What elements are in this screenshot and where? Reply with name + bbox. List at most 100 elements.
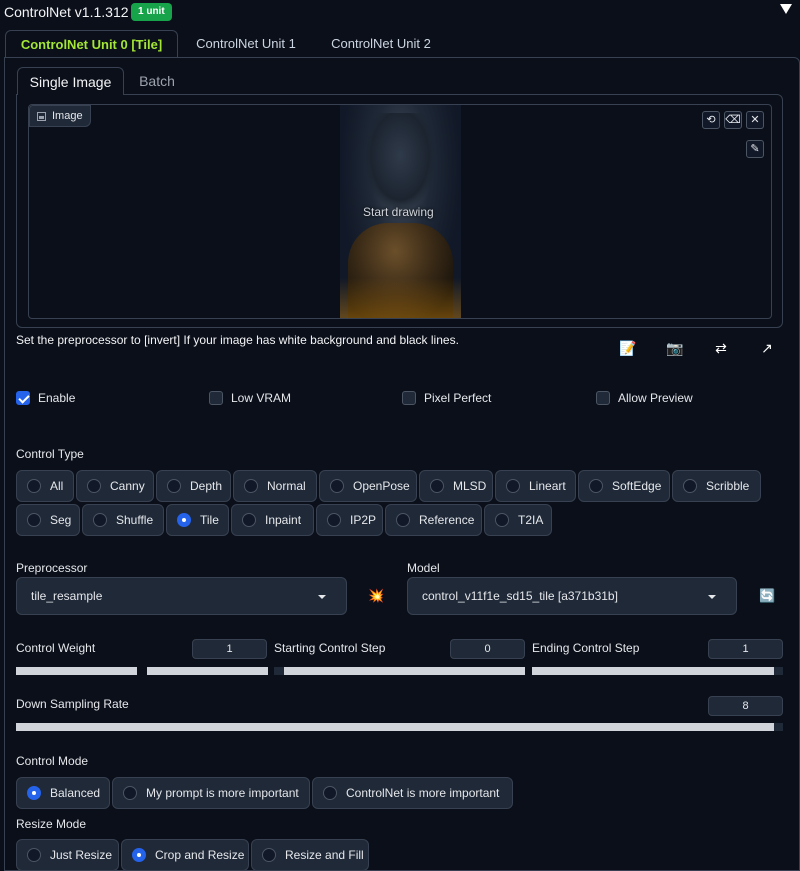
control-type-lineart[interactable]: Lineart [495, 470, 576, 502]
starting-step-input[interactable]: 0 [450, 639, 525, 659]
control-type-label: Control Type [16, 447, 84, 461]
starting-step-slider[interactable] [274, 667, 525, 675]
refresh-models-icon[interactable]: 🔄 [759, 588, 775, 604]
resize-mode-resize-and-fill[interactable]: Resize and Fill [251, 839, 369, 871]
control-weight-track-right[interactable] [147, 667, 268, 675]
radio-label: Canny [110, 479, 145, 493]
control-type-normal[interactable]: Normal [233, 470, 317, 502]
down-sampling-fill [16, 723, 774, 731]
radio-label: All [50, 479, 64, 493]
down-sampling-slider[interactable] [16, 723, 783, 731]
control-type-ip2p[interactable]: IP2P [316, 504, 383, 536]
ending-step-slider[interactable] [532, 667, 783, 675]
radio-label: Scribble [706, 479, 750, 493]
chevron-down-icon[interactable] [708, 595, 716, 599]
radio-label: Depth [190, 479, 223, 493]
enable-check-icon[interactable] [16, 391, 30, 405]
allow-preview-box[interactable] [596, 391, 610, 405]
resize-mode-crop-and-resize[interactable]: Crop and Resize [121, 839, 249, 871]
controlnet-header[interactable]: ControlNet v1.1.312 1 unit [0, 0, 800, 26]
brush-icon[interactable]: ✎ [746, 140, 764, 158]
low-vram-checkbox[interactable]: Low VRAM [209, 390, 291, 406]
pixel-perfect-box[interactable] [402, 391, 416, 405]
image-label: Image [29, 105, 91, 127]
radio-dot-selected[interactable] [132, 848, 146, 862]
radio-dot[interactable] [27, 479, 41, 493]
control-type-shuffle[interactable]: Shuffle [82, 504, 164, 536]
tab-single-image[interactable]: Single Image [17, 67, 124, 95]
radio-label: My prompt is more important [146, 786, 299, 800]
control-type-seg[interactable]: Seg [16, 504, 80, 536]
radio-dot[interactable] [323, 786, 337, 800]
control-type-t2ia[interactable]: T2IA [484, 504, 552, 536]
radio-dot[interactable] [495, 513, 509, 527]
radio-dot[interactable] [330, 479, 344, 493]
radio-dot[interactable] [396, 513, 410, 527]
ending-step-input[interactable]: 1 [708, 639, 783, 659]
control-type-openpose[interactable]: OpenPose [319, 470, 417, 502]
radio-dot[interactable] [27, 848, 41, 862]
send-icon[interactable]: ↗ [758, 340, 776, 356]
camera-icon[interactable]: 📷 [666, 340, 684, 356]
radio-dot[interactable] [506, 479, 520, 493]
tab-unit-2[interactable]: ControlNet Unit 2 [321, 30, 441, 58]
tab-unit-0[interactable]: ControlNet Unit 0 [Tile] [5, 30, 178, 58]
control-type-scribble[interactable]: Scribble [672, 470, 761, 502]
control-type-tile[interactable]: Tile [166, 504, 229, 536]
radio-dot[interactable] [327, 513, 341, 527]
notes-icon[interactable]: 📝 [619, 340, 637, 356]
control-type-canny[interactable]: Canny [76, 470, 154, 502]
swap-icon[interactable]: ⇄ [712, 340, 730, 356]
chevron-down-icon[interactable] [318, 595, 326, 599]
control-weight-track-left[interactable] [16, 667, 137, 675]
radio-dot[interactable] [683, 479, 697, 493]
radio-dot-selected[interactable] [177, 513, 191, 527]
low-vram-box[interactable] [209, 391, 223, 405]
control-type-inpaint[interactable]: Inpaint [231, 504, 314, 536]
close-icon[interactable]: ✕ [746, 111, 764, 129]
radio-label: Lineart [529, 479, 566, 493]
control-type-depth[interactable]: Depth [156, 470, 231, 502]
start-drawing-text: Start drawing [363, 205, 434, 219]
tab-batch[interactable]: Batch [128, 67, 186, 95]
units-badge: 1 unit [131, 3, 172, 21]
control-weight-label: Control Weight [16, 641, 96, 655]
tab-unit-1[interactable]: ControlNet Unit 1 [186, 30, 306, 58]
undo-icon[interactable]: ⟲ [702, 111, 720, 129]
radio-label: Tile [200, 513, 219, 527]
control-mode-prompt[interactable]: My prompt is more important [112, 777, 310, 809]
pixel-perfect-checkbox[interactable]: Pixel Perfect [402, 390, 491, 406]
radio-dot[interactable] [167, 479, 181, 493]
radio-dot[interactable] [27, 513, 41, 527]
control-type-softedge[interactable]: SoftEdge [578, 470, 670, 502]
model-dropdown[interactable]: control_v11f1e_sd15_tile [a371b31b] [407, 577, 737, 615]
allow-preview-checkbox[interactable]: Allow Preview [596, 390, 693, 406]
radio-dot[interactable] [589, 479, 603, 493]
allow-preview-label: Allow Preview [618, 391, 693, 405]
control-type-reference[interactable]: Reference [385, 504, 482, 536]
radio-label: Resize and Fill [285, 848, 364, 862]
radio-dot[interactable] [242, 513, 256, 527]
radio-dot[interactable] [430, 479, 444, 493]
control-weight-input[interactable]: 1 [192, 639, 267, 659]
radio-dot[interactable] [87, 479, 101, 493]
wolf-head-shape [366, 113, 434, 208]
preprocessor-dropdown[interactable]: tile_resample [16, 577, 347, 615]
radio-dot[interactable] [123, 786, 137, 800]
radio-label: Seg [50, 513, 72, 527]
control-mode-controlnet[interactable]: ControlNet is more important [312, 777, 513, 809]
radio-dot[interactable] [262, 848, 276, 862]
resize-mode-just-resize[interactable]: Just Resize [16, 839, 119, 871]
control-mode-balanced[interactable]: Balanced [16, 777, 110, 809]
down-sampling-input[interactable]: 8 [708, 696, 783, 716]
radio-dot-selected[interactable] [27, 786, 41, 800]
radio-dot[interactable] [93, 513, 107, 527]
control-type-all[interactable]: All [16, 470, 74, 502]
radio-dot[interactable] [244, 479, 258, 493]
collapse-triangle-icon[interactable] [780, 4, 792, 14]
ending-step-label: Ending Control Step [532, 641, 640, 655]
enable-checkbox[interactable]: Enable [16, 390, 75, 406]
eraser-icon[interactable]: ⌫ [724, 111, 742, 129]
control-type-mlsd[interactable]: MLSD [419, 470, 493, 502]
run-preprocessor-icon[interactable]: 💥 [368, 588, 384, 604]
